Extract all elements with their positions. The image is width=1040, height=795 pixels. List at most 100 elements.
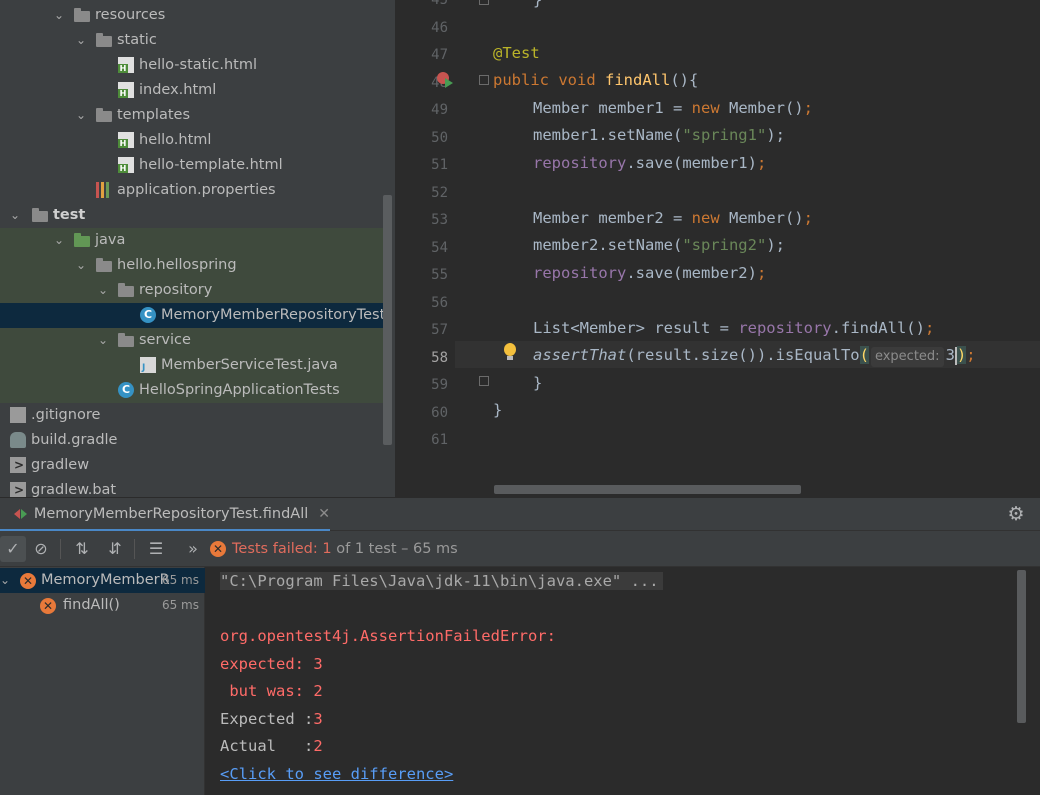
folder-icon [74, 8, 90, 22]
code-line-59: } [533, 374, 543, 392]
line-number: 59 [431, 377, 448, 393]
editor-horizontal-scrollbar[interactable] [494, 485, 801, 494]
chevron-down-icon[interactable]: ⌄ [74, 28, 88, 53]
test-failed-icon: ✕ [20, 573, 36, 589]
tree-item[interactable]: ⌄ java [0, 228, 383, 253]
terminal-file-icon [10, 457, 26, 473]
gradle-icon [10, 432, 26, 448]
close-icon[interactable]: ✕ [318, 506, 330, 522]
tree-item-label: service [139, 332, 191, 348]
code-line-51: repository.save(member1); [533, 154, 767, 172]
more-actions-button[interactable]: » [180, 536, 206, 562]
folder-icon [96, 108, 112, 122]
test-source-folder-icon [74, 233, 90, 247]
tree-item[interactable]: C MemoryMemberRepositoryTest [0, 303, 385, 328]
tree-item-label: gradlew [31, 457, 90, 473]
code-line-47: @Test [493, 44, 540, 62]
chevron-down-icon[interactable]: ⌄ [52, 228, 66, 253]
tree-item-label: index.html [139, 82, 217, 98]
code-editor[interactable]: 4546474849505152535455565758596061 } @Te… [395, 0, 1040, 497]
expand-all-button[interactable]: ☰ [143, 536, 169, 562]
code-line-49: Member member1 = new Member(); [533, 99, 813, 117]
chevron-down-icon[interactable]: ⌄ [52, 3, 66, 28]
tree-item[interactable]: hello.html [0, 128, 383, 153]
fold-marker-icon[interactable] [479, 75, 489, 85]
console-line: expected: 3 [220, 655, 323, 673]
tree-item[interactable]: build.gradle [0, 428, 383, 453]
line-number: 58 [431, 349, 448, 366]
tree-item-label: .gitignore [31, 407, 101, 423]
test-failed-icon: ✕ [210, 541, 226, 557]
code-line-50: member1.setName("spring1"); [533, 126, 785, 144]
tree-item-label: build.gradle [31, 432, 118, 448]
tree-item[interactable]: .gitignore [0, 403, 383, 428]
tree-item[interactable]: ⌄ templates [0, 103, 383, 128]
tree-item[interactable]: ⌄ repository [0, 278, 383, 303]
tree-item[interactable]: ⌄ test [0, 203, 383, 228]
run-test-gutter-icon[interactable] [437, 72, 453, 88]
intention-bulb-icon[interactable] [503, 343, 517, 363]
tree-item[interactable]: gradlew.bat [0, 478, 383, 497]
tree-item[interactable]: ⌄ static [0, 28, 383, 53]
code-line-55: repository.save(member2); [533, 264, 767, 282]
run-config-icon [14, 508, 27, 520]
tree-item[interactable]: C HelloSpringApplicationTests [0, 378, 383, 403]
chevron-down-icon[interactable]: ⌄ [96, 328, 110, 353]
test-results-tree: ⌄ ✕ MemoryMemberR 65 ms ✕ findAll() 65 m… [0, 567, 205, 795]
chevron-down-icon[interactable]: ⌄ [8, 203, 22, 228]
show-passed-button[interactable]: ✓ [0, 536, 26, 562]
console-line: but was: 2 [220, 682, 323, 700]
properties-file-icon [96, 182, 112, 198]
fold-marker-icon[interactable] [479, 376, 489, 386]
chevron-down-icon[interactable]: ⌄ [0, 568, 10, 593]
test-class-icon: C [140, 307, 156, 323]
line-number: 47 [431, 47, 448, 63]
sort-by-duration-button[interactable]: ⇵ [102, 536, 128, 562]
console-output[interactable]: "C:\Program Files\Java\jdk-11\bin\java.e… [205, 567, 1040, 795]
tree-item-label: java [95, 232, 126, 248]
line-number: 52 [431, 184, 448, 201]
tree-item[interactable]: ⌄ resources [0, 3, 383, 28]
console-scrollbar[interactable] [1017, 570, 1026, 723]
tree-item-label: hello-static.html [139, 57, 257, 73]
gear-icon[interactable]: ⚙ [1006, 504, 1026, 524]
console-line: "C:\Program Files\Java\jdk-11\bin\java.e… [220, 568, 663, 595]
line-number: 55 [431, 267, 448, 283]
line-number: 45 [431, 0, 448, 8]
fold-marker-icon[interactable] [479, 0, 489, 5]
chevron-down-icon[interactable]: ⌄ [96, 278, 110, 303]
project-tree-scrollbar[interactable] [383, 195, 392, 445]
tree-item[interactable]: MemberServiceTest.java [0, 353, 383, 378]
code-line-53: Member member2 = new Member(); [533, 209, 813, 227]
tree-item-label: gradlew.bat [31, 482, 117, 497]
chevron-down-icon[interactable]: ⌄ [74, 103, 88, 128]
line-number: 54 [431, 239, 448, 256]
tree-item[interactable]: hello-template.html [0, 153, 383, 178]
code-line-60: } [493, 401, 503, 419]
tree-item[interactable]: ⌄ hello.hellospring [0, 253, 383, 278]
package-icon [118, 333, 134, 347]
html-file-icon [118, 82, 134, 98]
sort-alphabetically-button[interactable]: ⇅ [69, 536, 95, 562]
tree-item-label: MemberServiceTest.java [161, 357, 338, 373]
tree-item[interactable]: ⌄ service [0, 328, 383, 353]
test-tree-item[interactable]: ✕ findAll() 65 ms [0, 593, 205, 618]
tree-item[interactable]: gradlew [0, 453, 383, 478]
tree-item-label: hello.hellospring [117, 257, 237, 273]
tree-item[interactable]: hello-static.html [0, 53, 383, 78]
run-tab[interactable]: MemoryMemberRepositoryTest.findAll ✕ [0, 498, 330, 531]
toolbar-separator [134, 539, 135, 559]
show-ignored-button[interactable]: ⊘ [28, 536, 54, 562]
code-line-57: List<Member> result = repository.findAll… [533, 319, 935, 337]
html-file-icon [118, 157, 134, 173]
toolbar-separator [60, 539, 61, 559]
run-tool-window-header: MemoryMemberRepositoryTest.findAll ✕ ⚙ [0, 497, 1040, 531]
click-to-see-difference-link[interactable]: <Click to see difference> [220, 761, 453, 788]
tree-item-label: repository [139, 282, 213, 298]
chevron-down-icon[interactable]: ⌄ [74, 253, 88, 278]
terminal-file-icon [10, 482, 26, 497]
tree-item-label: templates [117, 107, 191, 123]
tree-item[interactable]: application.properties [0, 178, 383, 203]
test-tree-item[interactable]: ⌄ ✕ MemoryMemberR 65 ms [0, 568, 205, 593]
tree-item[interactable]: index.html [0, 78, 383, 103]
